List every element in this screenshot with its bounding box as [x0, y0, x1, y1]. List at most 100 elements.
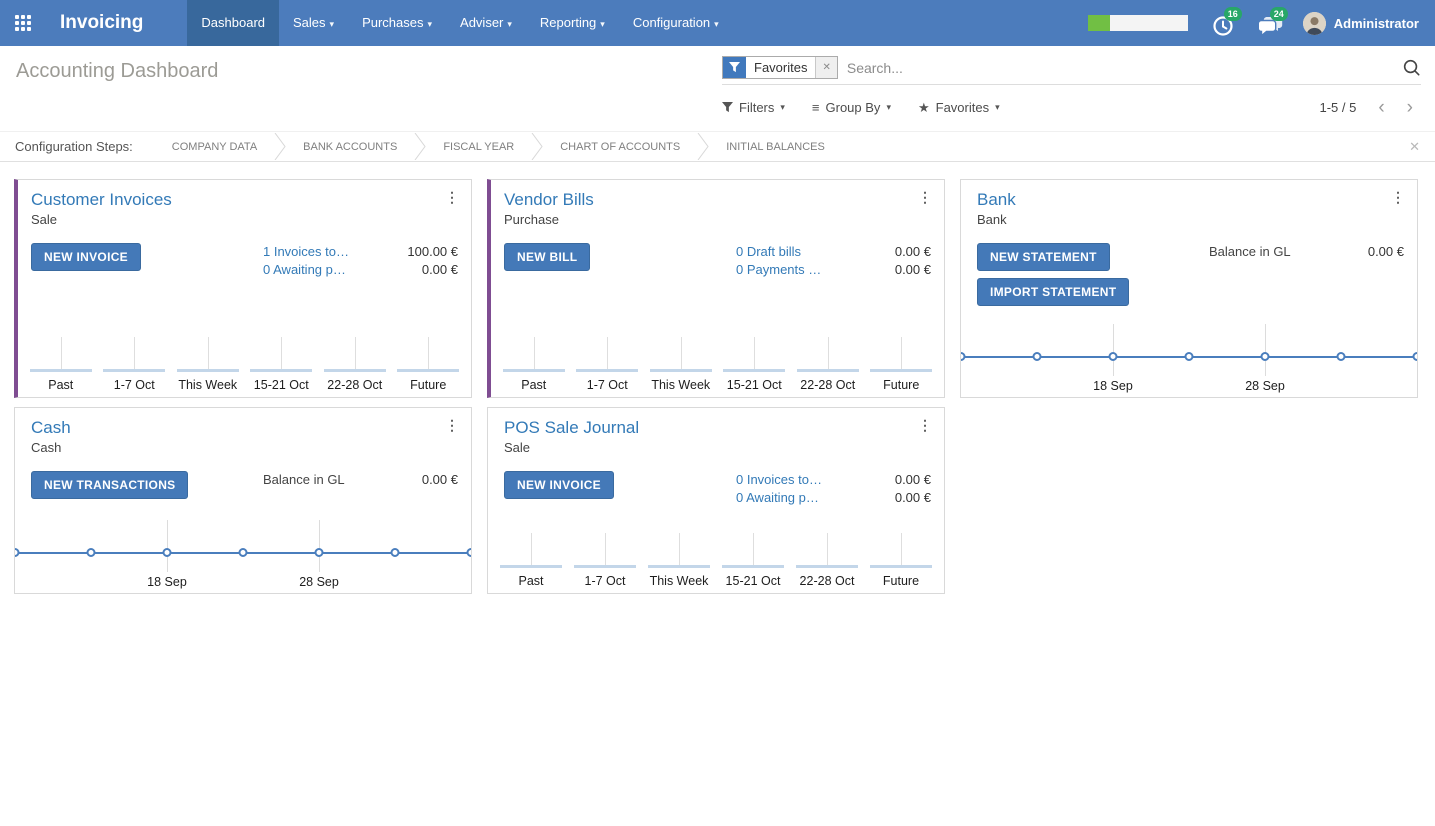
menu-dashboard[interactable]: Dashboard — [187, 0, 279, 46]
page-title: Accounting Dashboard — [16, 60, 706, 83]
menu-adviser[interactable]: Adviser▾ — [446, 0, 526, 46]
x-axis-label: 15-21 Oct — [245, 378, 319, 392]
favorites-button[interactable]: ★ Favorites ▾ — [918, 100, 1000, 116]
x-axis-label: 22-28 Oct — [790, 574, 864, 588]
search-facet-favorites: Favorites ✕ — [722, 56, 838, 79]
chart-slot: 15-21 Oct — [716, 527, 790, 593]
tick-line — [754, 337, 755, 370]
menu-purchases[interactable]: Purchases▾ — [348, 0, 446, 46]
card-bank: ⋮ Bank Bank NEW STATEMENT IMPORT STATEME… — [960, 179, 1418, 398]
chart-slot: This Week — [644, 331, 718, 397]
chart-slot: Future — [865, 331, 939, 397]
kebab-menu-icon[interactable]: ⋮ — [918, 417, 932, 434]
tick-line — [828, 337, 829, 370]
close-icon[interactable]: ✕ — [1409, 139, 1420, 155]
step-company-data[interactable]: COMPANY DATA — [155, 141, 274, 153]
data-point — [1261, 352, 1270, 361]
chart-slot: 22-28 Oct — [790, 527, 864, 593]
chart-slot: 15-21 Oct — [245, 331, 319, 397]
chart-slot: 22-28 Oct — [318, 331, 392, 397]
card-title[interactable]: Cash — [31, 418, 71, 438]
balance-label: Balance in GL — [1209, 243, 1312, 261]
draft-bills-link[interactable]: 0 Draft bills — [736, 243, 839, 261]
new-invoice-button[interactable]: NEW INVOICE — [31, 243, 141, 271]
tick-line — [681, 337, 682, 370]
kebab-menu-icon[interactable]: ⋮ — [445, 417, 459, 434]
step-separator — [414, 133, 426, 160]
new-statement-button[interactable]: NEW STATEMENT — [977, 243, 1110, 271]
facet-label: Favorites — [746, 57, 815, 78]
menu-reporting[interactable]: Reporting▾ — [526, 0, 619, 46]
menu-label: Adviser — [460, 15, 503, 30]
new-transactions-button[interactable]: NEW TRANSACTIONS — [31, 471, 188, 499]
card-cash: ⋮ Cash Cash NEW TRANSACTIONS Balance in … — [14, 407, 472, 594]
apps-grid-icon — [15, 15, 31, 31]
pager-previous-icon[interactable]: ‹ — [1378, 98, 1384, 117]
zero-bar — [650, 369, 712, 372]
control-panel: Accounting Dashboard Favorites ✕ Fi — [0, 46, 1435, 131]
data-point — [315, 548, 324, 557]
star-icon: ★ — [918, 100, 930, 116]
zero-bar — [870, 565, 932, 568]
amount-value: 0.00 € — [839, 261, 931, 279]
group-by-label: Group By — [826, 100, 881, 115]
card-title[interactable]: Vendor Bills — [504, 190, 594, 210]
kebab-menu-icon[interactable]: ⋮ — [445, 189, 459, 206]
journal-bar-chart: Past 1-7 Oct This Week 15-21 Oct 22-28 O… — [497, 331, 938, 397]
invoices-to-validate-link[interactable]: 1 Invoices to… — [263, 243, 366, 261]
messages-icon[interactable]: 24 — [1257, 10, 1284, 37]
user-name[interactable]: Administrator — [1334, 16, 1419, 31]
chart-slot: 22-28 Oct — [791, 331, 865, 397]
config-steps-label: Configuration Steps: — [15, 139, 133, 154]
chart-slot: Past — [24, 331, 98, 397]
awaiting-payments-link[interactable]: 0 Awaiting p… — [736, 489, 839, 507]
menu-configuration[interactable]: Configuration▾ — [619, 0, 733, 46]
payments-link[interactable]: 0 Payments … — [736, 261, 839, 279]
zero-bar — [576, 369, 638, 372]
invoices-to-validate-link[interactable]: 0 Invoices to… — [736, 471, 839, 489]
data-point — [1336, 352, 1345, 361]
search-panel: Favorites ✕ Filters ▾ ≡ Group By ▾ — [722, 46, 1435, 131]
zero-bar — [722, 565, 784, 568]
pager-next-icon[interactable]: › — [1407, 98, 1413, 117]
menu-sales[interactable]: Sales▾ — [279, 0, 348, 46]
main-menu: Dashboard Sales▾ Purchases▾ Adviser▾ Rep… — [187, 0, 732, 46]
x-axis-label: Past — [497, 378, 571, 392]
apps-menu-button[interactable] — [0, 0, 46, 46]
app-brand[interactable]: Invoicing — [46, 0, 187, 46]
avatar[interactable] — [1303, 12, 1326, 35]
zero-bar — [648, 565, 710, 568]
card-title[interactable]: Customer Invoices — [31, 190, 172, 210]
search-icon[interactable] — [1402, 58, 1421, 77]
x-axis-label: 22-28 Oct — [318, 378, 392, 392]
pager-value[interactable]: 1-5 / 5 — [1319, 100, 1356, 115]
facet-remove-icon[interactable]: ✕ — [815, 57, 836, 78]
tick-line — [61, 337, 62, 370]
step-chart-of-accounts[interactable]: CHART OF ACCOUNTS — [543, 141, 697, 153]
tick-line — [134, 337, 135, 370]
step-initial-balances[interactable]: INITIAL BALANCES — [709, 141, 842, 153]
step-separator — [274, 133, 286, 160]
kebab-menu-icon[interactable]: ⋮ — [1391, 189, 1405, 206]
awaiting-payments-link[interactable]: 0 Awaiting p… — [263, 261, 366, 279]
step-fiscal-year[interactable]: FISCAL YEAR — [426, 141, 531, 153]
filters-button[interactable]: Filters ▾ — [722, 100, 785, 115]
card-title[interactable]: Bank — [977, 190, 1016, 210]
zero-bar — [870, 369, 932, 372]
chevron-down-icon: ▾ — [428, 19, 433, 29]
kebab-menu-icon[interactable]: ⋮ — [918, 189, 932, 206]
new-bill-button[interactable]: NEW BILL — [504, 243, 590, 271]
gridline — [167, 520, 168, 572]
activity-clock-icon[interactable]: 16 — [1211, 10, 1238, 37]
new-invoice-button[interactable]: NEW INVOICE — [504, 471, 614, 499]
bars-icon: ≡ — [812, 100, 820, 115]
zero-bar — [30, 369, 92, 372]
card-title[interactable]: POS Sale Journal — [504, 418, 639, 438]
search-input[interactable] — [838, 57, 1402, 79]
step-bank-accounts[interactable]: BANK ACCOUNTS — [286, 141, 414, 153]
x-axis-label: Future — [865, 378, 939, 392]
zero-bar — [397, 369, 459, 372]
gridline — [1113, 324, 1114, 376]
group-by-button[interactable]: ≡ Group By ▾ — [812, 100, 891, 115]
import-statement-button[interactable]: IMPORT STATEMENT — [977, 278, 1129, 306]
